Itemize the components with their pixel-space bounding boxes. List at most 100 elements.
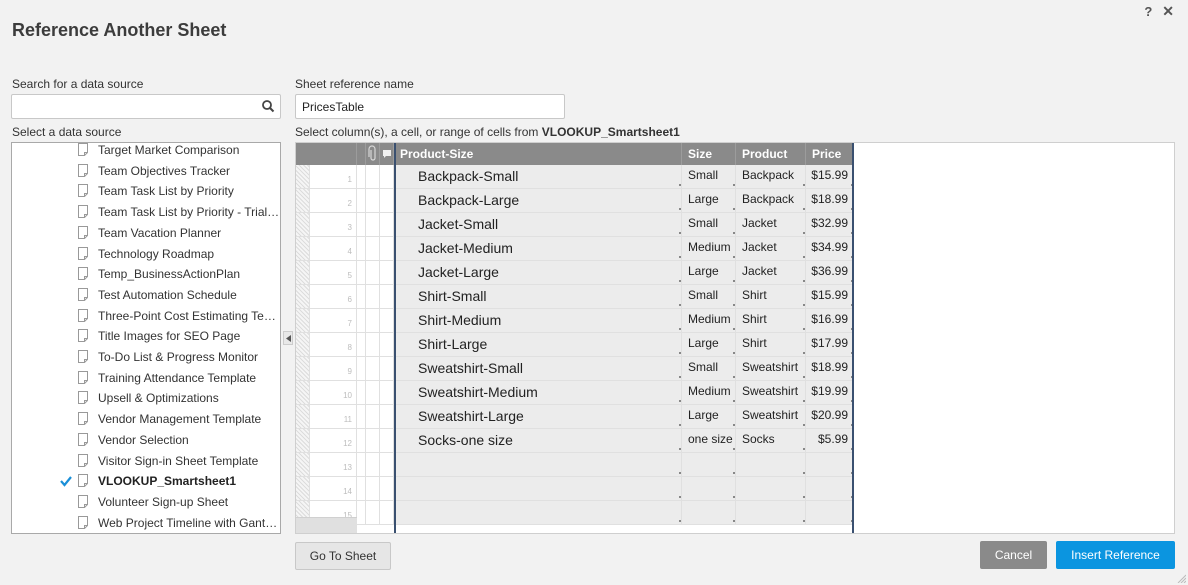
comment-column-header[interactable]: [380, 143, 394, 165]
cell-price[interactable]: $16.99: [806, 309, 854, 333]
cell-price[interactable]: $18.99: [806, 189, 854, 213]
cell-price[interactable]: $20.99: [806, 405, 854, 429]
row-drag-handle[interactable]: [296, 477, 310, 501]
row-drag-handle[interactable]: [296, 285, 310, 309]
resize-grip-icon[interactable]: [1176, 573, 1186, 583]
table-row[interactable]: 13: [296, 453, 854, 477]
cell-price[interactable]: $19.99: [806, 381, 854, 405]
data-source-item[interactable]: Team Objectives Tracker: [12, 161, 280, 181]
cell-price[interactable]: $32.99: [806, 213, 854, 237]
cell-price[interactable]: $15.99: [806, 285, 854, 309]
data-source-item[interactable]: Volunteer Sign-up Sheet: [12, 492, 280, 512]
cell-product[interactable]: [736, 453, 806, 477]
search-icon[interactable]: [261, 99, 275, 113]
row-drag-handle[interactable]: [296, 429, 310, 453]
cell-product-size[interactable]: Socks-one size: [394, 429, 682, 453]
column-header-price[interactable]: Price: [806, 143, 854, 165]
cell-product[interactable]: Sweatshirt: [736, 405, 806, 429]
cell-product[interactable]: Sweatshirt: [736, 381, 806, 405]
row-drag-handle[interactable]: [296, 333, 310, 357]
cell-product[interactable]: Backpack: [736, 189, 806, 213]
comment-cell[interactable]: [380, 333, 394, 357]
cell-size[interactable]: Small: [682, 285, 736, 309]
cell-price[interactable]: $34.99: [806, 237, 854, 261]
attachment-cell[interactable]: [366, 237, 380, 261]
attachment-cell[interactable]: [366, 405, 380, 429]
comment-cell[interactable]: [380, 453, 394, 477]
collapse-panel-handle[interactable]: [283, 331, 293, 345]
data-source-item[interactable]: Team Task List by Priority - Trial …: [12, 202, 280, 222]
cell-product[interactable]: Sweatshirt: [736, 357, 806, 381]
comment-cell[interactable]: [380, 357, 394, 381]
attachment-cell[interactable]: [366, 309, 380, 333]
attachment-cell[interactable]: [366, 501, 380, 525]
table-row[interactable]: 8 Shirt-Large Large Shirt $17.99: [296, 333, 854, 357]
data-source-item[interactable]: Team Vacation Planner: [12, 223, 280, 243]
attachment-cell[interactable]: [366, 333, 380, 357]
cell-price[interactable]: $18.99: [806, 357, 854, 381]
attachment-cell[interactable]: [366, 429, 380, 453]
cell-size[interactable]: [682, 501, 736, 525]
cancel-button[interactable]: Cancel: [980, 541, 1047, 569]
attachment-cell[interactable]: [366, 453, 380, 477]
cell-size[interactable]: Large: [682, 261, 736, 285]
comment-cell[interactable]: [380, 501, 394, 525]
comment-cell[interactable]: [380, 261, 394, 285]
cell-product-size[interactable]: Sweatshirt-Large: [394, 405, 682, 429]
table-row[interactable]: 4 Jacket-Medium Medium Jacket $34.99: [296, 237, 854, 261]
cell-product-size[interactable]: Jacket-Small: [394, 213, 682, 237]
cell-product[interactable]: Shirt: [736, 285, 806, 309]
cell-price[interactable]: $36.99: [806, 261, 854, 285]
cell-product[interactable]: Socks: [736, 429, 806, 453]
cell-product-size[interactable]: Backpack-Large: [394, 189, 682, 213]
cell-product[interactable]: Shirt: [736, 333, 806, 357]
cell-product-size[interactable]: Backpack-Small: [394, 165, 682, 189]
cell-product-size[interactable]: [394, 501, 682, 525]
cell-size[interactable]: Medium: [682, 381, 736, 405]
attachment-cell[interactable]: [366, 213, 380, 237]
cell-price[interactable]: $15.99: [806, 165, 854, 189]
table-row[interactable]: 2 Backpack-Large Large Backpack $18.99: [296, 189, 854, 213]
table-row[interactable]: 12 Socks-one size one size Socks $5.99: [296, 429, 854, 453]
cell-product[interactable]: Jacket: [736, 261, 806, 285]
cell-product-size[interactable]: Sweatshirt-Medium: [394, 381, 682, 405]
comment-cell[interactable]: [380, 285, 394, 309]
comment-cell[interactable]: [380, 189, 394, 213]
data-source-item[interactable]: Target Market Comparison: [12, 143, 280, 160]
column-header-product-size[interactable]: Product-Size: [394, 143, 682, 165]
table-row[interactable]: 11 Sweatshirt-Large Large Sweatshirt $20.99: [296, 405, 854, 429]
row-drag-handle[interactable]: [296, 189, 310, 213]
cell-price[interactable]: $17.99: [806, 333, 854, 357]
cell-size[interactable]: Medium: [682, 237, 736, 261]
table-row[interactable]: 15: [296, 501, 854, 525]
attachment-cell[interactable]: [366, 381, 380, 405]
comment-cell[interactable]: [380, 381, 394, 405]
comment-cell[interactable]: [380, 477, 394, 501]
cell-product[interactable]: [736, 477, 806, 501]
data-source-item[interactable]: To-Do List & Progress Monitor: [12, 347, 280, 367]
attachment-cell[interactable]: [366, 165, 380, 189]
cell-size[interactable]: Small: [682, 213, 736, 237]
search-field[interactable]: [11, 94, 281, 119]
row-drag-handle[interactable]: [296, 381, 310, 405]
cell-price[interactable]: [806, 477, 854, 501]
cell-product[interactable]: Backpack: [736, 165, 806, 189]
cell-size[interactable]: Medium: [682, 309, 736, 333]
cell-size[interactable]: Large: [682, 405, 736, 429]
table-row[interactable]: 3 Jacket-Small Small Jacket $32.99: [296, 213, 854, 237]
data-source-item[interactable]: Visitor Sign-in Sheet Template: [12, 451, 280, 471]
cell-product-size[interactable]: Shirt-Large: [394, 333, 682, 357]
comment-cell[interactable]: [380, 237, 394, 261]
row-drag-handle[interactable]: [296, 453, 310, 477]
cell-price[interactable]: [806, 453, 854, 477]
cell-product-size[interactable]: Sweatshirt-Small: [394, 357, 682, 381]
data-source-item[interactable]: Temp_BusinessActionPlan: [12, 264, 280, 284]
sheet-reference-name-input[interactable]: [295, 94, 565, 119]
row-drag-handle[interactable]: [296, 357, 310, 381]
data-source-list[interactable]: Target Market Comparison Team Objectives …: [11, 142, 281, 534]
attachment-cell[interactable]: [366, 189, 380, 213]
cell-size[interactable]: Small: [682, 165, 736, 189]
cell-product-size[interactable]: [394, 477, 682, 501]
cell-product[interactable]: Jacket: [736, 213, 806, 237]
sheet-grid[interactable]: Product-Size Size Product Price 1 Backpac…: [295, 142, 1175, 534]
